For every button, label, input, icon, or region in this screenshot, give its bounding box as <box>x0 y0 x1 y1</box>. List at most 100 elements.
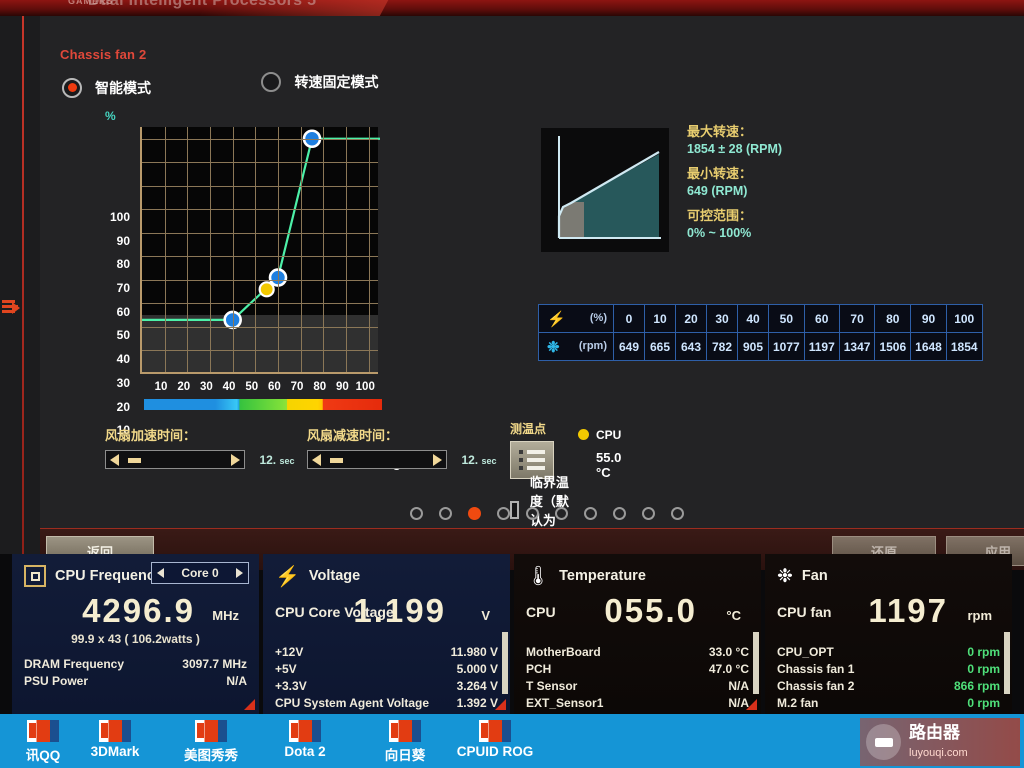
chart-y-tick: 60 <box>116 304 130 319</box>
metric-value: 0 rpm <box>967 662 1000 676</box>
chart-y-tick: 90 <box>116 233 130 248</box>
core-selector[interactable]: Core 0 <box>151 562 249 584</box>
monitor-panels: CPU Frequency Core 0 4296.9 MHz 99.9 x 4… <box>0 554 1024 714</box>
page-dot[interactable] <box>642 507 655 520</box>
panel-corner-marker <box>495 699 506 710</box>
taskbar-item[interactable]: Dota 2 <box>262 720 348 759</box>
max-speed-label: 最大转速： <box>687 124 753 139</box>
chart-y-tick: 20 <box>116 399 130 414</box>
chart-gridline-v <box>187 127 189 372</box>
chart-gridline-v <box>232 127 234 372</box>
page-dot[interactable] <box>410 507 423 520</box>
fan-scrollbar[interactable] <box>1004 632 1010 694</box>
panel-corner-marker <box>746 699 757 710</box>
panel-cpu-frequency: CPU Frequency Core 0 4296.9 MHz 99.9 x 4… <box>12 554 259 714</box>
page-title: Chassis fan 2 <box>60 47 147 62</box>
spindown-slider-knob[interactable] <box>330 458 343 463</box>
metric-label: CPU System Agent Voltage <box>275 696 430 710</box>
page-dot[interactable] <box>555 507 568 520</box>
cpu-frequency-title: CPU Frequency <box>55 568 163 584</box>
page-indicator[interactable] <box>410 507 684 520</box>
fan-xpert-page: Chassis fan 2 智能模式 转速固定模式 % °C 100908070… <box>0 16 1024 570</box>
chart-x-tick: 30 <box>200 381 213 393</box>
chart-x-tick: 90 <box>336 381 349 393</box>
taskbar-item[interactable]: 向日葵 <box>362 720 448 764</box>
page-dot[interactable] <box>439 507 452 520</box>
voltage-scrollbar[interactable] <box>502 632 508 694</box>
cpu-frequency-rows: DRAM Frequency 3097.7 MHz PSU Power N/A <box>24 656 247 690</box>
temperature-big-value: 055.0 <box>604 592 697 629</box>
duty-cell: 60 <box>803 304 840 333</box>
chart-gridline-h <box>142 162 378 164</box>
max-speed-value: 1854 ± 28 (RPM) <box>687 142 783 156</box>
page-dot[interactable] <box>613 507 626 520</box>
taskbar-item[interactable]: CPUID ROG <box>452 720 538 759</box>
core-selector-value: Core 0 <box>181 566 219 580</box>
taskbar-item[interactable]: 3DMark <box>72 720 158 759</box>
spinup-time-slider[interactable] <box>105 450 245 469</box>
chart-gridline-h <box>142 185 378 187</box>
cpu-source-value: 55.0 °C <box>596 450 622 480</box>
cpu-source-dot-icon <box>578 429 589 440</box>
page-dot[interactable] <box>468 507 481 520</box>
taskbar-item[interactable]: 美图秀秀 <box>168 720 254 764</box>
chart-gridline-v <box>164 127 166 372</box>
radio-smart-mode[interactable]: 智能模式 <box>62 77 151 98</box>
chart-gridline-h <box>142 209 378 211</box>
chart-y-tick: 70 <box>116 281 130 296</box>
metric-label: Chassis fan 1 <box>777 662 855 676</box>
spinup-increment-icon[interactable] <box>231 454 240 466</box>
taskbar-item-label: 美图秀秀 <box>184 748 238 763</box>
metric-row: Chassis fan 2 866 rpm <box>777 678 1000 695</box>
core-prev-icon[interactable] <box>157 568 164 578</box>
metric-label: T Sensor <box>526 679 578 693</box>
rpm-cell: 1648 <box>910 332 947 361</box>
metric-row: PCH 47.0 °C <box>526 661 749 678</box>
taskbar-item-label: 向日葵 <box>384 748 426 763</box>
rpm-unit: (rpm) <box>578 340 607 352</box>
duty-cell: 50 <box>768 304 805 333</box>
spindown-decrement-icon[interactable] <box>312 454 321 466</box>
duty-cell: 90 <box>910 304 947 333</box>
spinup-slider-knob[interactable] <box>128 458 141 463</box>
metric-row: +3.3V 3.264 V <box>275 678 498 695</box>
metric-label: MotherBoard <box>526 645 601 659</box>
duty-cell: 80 <box>874 304 912 333</box>
metric-row: CPU System Agent Voltage 1.392 V <box>275 695 498 712</box>
temperature-rows: MotherBoard 33.0 °C PCH 47.0 °C T Sensor N/A E… <box>526 644 749 712</box>
spindown-increment-icon[interactable] <box>433 454 442 466</box>
metric-value: 5.000 V <box>456 662 498 676</box>
core-next-icon[interactable] <box>236 568 243 578</box>
page-dot[interactable] <box>671 507 684 520</box>
radio-smart-dot <box>67 83 77 92</box>
panel-temperature: 🌡 Temperature CPU 055.0 °C MotherBoard 33… <box>514 554 761 714</box>
chart-x-tick: 50 <box>245 381 259 393</box>
fan-big-unit: rpm <box>967 608 992 623</box>
control-range-value: 0% ~ 100% <box>687 226 752 240</box>
taskbar-item-icon <box>99 720 131 742</box>
temperature-scrollbar[interactable] <box>753 632 759 694</box>
panel-corner-marker <box>244 699 255 710</box>
duty-cell: 40 <box>737 304 769 333</box>
page-dot[interactable] <box>526 507 539 520</box>
voltage-big-unit: V <box>481 608 490 623</box>
expand-menu-icon[interactable] <box>2 298 20 320</box>
cpu-frequency-subline: 99.9 x 43 ( 106.2watts ) <box>71 632 200 646</box>
chart-y-tick: 40 <box>116 352 130 367</box>
spindown-time-slider[interactable] <box>307 450 447 469</box>
radio-smart-ring <box>62 77 82 98</box>
taskbar-item-icon <box>389 720 421 742</box>
fan-big-label: CPU fan <box>777 604 832 620</box>
radio-smart-label: 智能模式 <box>95 79 151 96</box>
site-watermark: 路由器 luyouqi.com <box>860 718 1020 766</box>
page-dot[interactable] <box>497 507 510 520</box>
chart-gridline-v <box>346 127 347 372</box>
page-dot[interactable] <box>584 507 597 520</box>
duty-cell: 10 <box>644 304 676 333</box>
chart-gridline-v <box>210 127 211 372</box>
chart-plot-area[interactable] <box>140 127 380 374</box>
fan-big-value: 1197 <box>868 592 948 629</box>
rpm-cell: 1077 <box>768 332 805 361</box>
radio-fixed-mode[interactable]: 转速固定模式 <box>261 72 378 92</box>
spinup-decrement-icon[interactable] <box>110 454 119 466</box>
